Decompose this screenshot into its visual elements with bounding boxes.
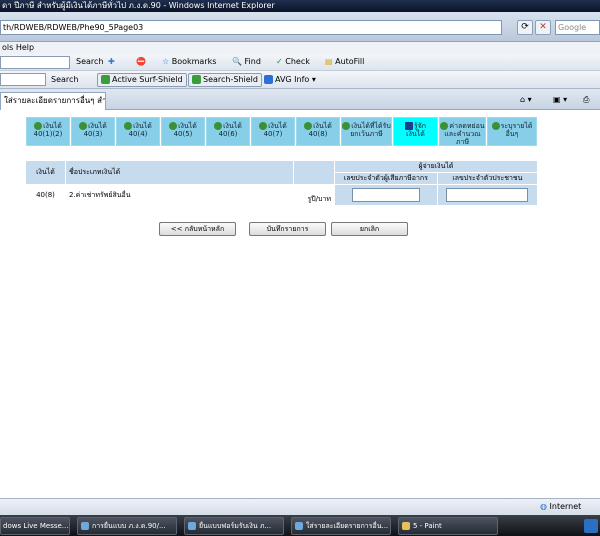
money-icon [79,122,88,130]
address-input[interactable]: th/RDWEB/RDWEB/Phe90_5Page03 [0,20,502,35]
tab-exempt-income[interactable]: เงินได้ที่ได้รับ ยกเว้นภาษี [341,117,392,146]
money-icon [342,122,351,130]
col-income-type: เงินได้ [25,160,66,185]
col-citizen-id: เลขประจำตัวประชาชน [436,172,539,185]
avg-search-input[interactable] [0,73,46,86]
col-tax-id: เลขประจำตัวผู้เสียภาษีอากร [334,172,438,185]
tab-deductions[interactable]: ค่าลดหย่อน และคำนวณภาษี [439,117,486,146]
row-income-name: 2.ค่าเช่าทรัพย์สินอื่น [65,184,294,206]
money-icon [259,122,268,130]
autofill-icon: ▤ [325,57,333,66]
browser-tab-active[interactable]: ใส่รายละเอียดรายการอื่นๆ สำหรั... [0,92,106,110]
task-live-messenger[interactable]: dows Live Messe... [0,517,70,535]
status-bar: ◍ Internet [0,498,600,515]
tab-income-40-7[interactable]: เงินได้ 40(7) [251,117,295,146]
ie-icon [295,522,303,530]
refresh-icon[interactable]: ⟳ [517,20,533,35]
money-icon [169,122,178,130]
google-toolbar: Search ✚ ⛔ ☆ Bookmarks 🔍 Find ✓ Check ▤ … [0,54,600,71]
payer-group-header: ผู้จ่ายเงินได้ [334,160,538,173]
avg-toolbar: Search Active Surf-Shield Search-Shield … [0,71,600,89]
menu-tools-help[interactable]: ols Help [2,43,34,52]
tax-id-input[interactable] [351,188,420,202]
spellcheck-icon: ✓ [276,57,283,66]
row-currency: รูปี/บาท [293,184,335,206]
col-blank [293,160,335,185]
money-icon [304,122,313,130]
autofill-button[interactable]: ▤ AutoFill [325,55,364,69]
shield-icon [192,75,201,84]
task-ie-form[interactable]: ยื่นแบบฟอร์มรับเงิน ภ... [184,517,284,535]
tab-income-40-1-2[interactable]: เงินได้ 40(1)(2) [26,117,70,146]
task-paint[interactable]: 5 - Paint [398,517,498,535]
income-table: เงินได้ ชื่อประเภทเงินได้ ผู้จ่ายเงินได้… [25,160,539,206]
task-ie-pnd90[interactable]: การยื่นแบบ ภ.ง.ด.90/... [77,517,177,535]
internet-zone: ◍ Internet [540,502,582,511]
globe-icon: ◍ [540,502,547,511]
popup-blocker-icon[interactable]: ⛔ [136,55,146,69]
tab-other-income[interactable]: ระบุรายได้ อื่นๆ [487,117,537,146]
row-income-type: 40(8) [25,184,66,206]
window-title-bar: ดา ปีภาษี สำหรับผู้มีเงินได้ภาษีทั่วไป ภ… [0,0,600,12]
ie-icon [188,522,196,530]
avg-info-button[interactable]: AVG Info ▾ [264,73,316,87]
print-icon[interactable]: ⎙ [583,93,589,107]
money-icon [491,122,500,130]
check-button[interactable]: ✓ Check [276,55,310,69]
avg-search-label[interactable]: Search [51,73,78,87]
search-shield-button[interactable]: Search-Shield [188,73,262,87]
col-income-name: ชื่อประเภทเงินได้ [65,160,294,185]
tab-income-40-3[interactable]: เงินได้ 40(3) [71,117,115,146]
star-icon: ☆ [162,57,170,66]
table-row: 40(8) 2.ค่าเช่าทรัพย์สินอื่น รูปี/บาท [25,184,539,206]
feeds-icon[interactable]: ▣ ▾ [553,93,567,107]
money-icon [124,122,133,130]
browser-search-input[interactable]: Google [555,20,600,35]
add-icon[interactable]: ✚ [108,55,115,69]
toolbar-search-label[interactable]: Search [76,55,103,69]
tab-income-40-5[interactable]: เงินได้ 40(5) [161,117,205,146]
magnifier-icon: 🔍 [232,57,242,66]
task-ie-details[interactable]: ใส่รายละเอียดรายการอื่น... [291,517,391,535]
save-button[interactable]: บันทึกรายการ [249,222,326,236]
money-icon [440,122,449,130]
cancel-button[interactable]: ยกเลิก [331,222,408,236]
tab-know-income[interactable]: รู้จัก เงินได้ [393,117,438,146]
find-button[interactable]: 🔍 Find [232,55,261,69]
shield-icon [101,75,110,84]
tab-income-40-8[interactable]: เงินได้ 40(8) [296,117,340,146]
tab-income-40-4[interactable]: เงินได้ 40(4) [116,117,160,146]
ie-icon [81,522,89,530]
system-tray-icon[interactable] [584,519,598,533]
home-icon[interactable]: ⌂ ▾ [520,93,532,107]
menu-bar: ols Help [0,42,600,54]
back-to-main-button[interactable]: << กลับหน้าหลัก [159,222,236,236]
window-title: ดา ปีภาษี สำหรับผู้มีเงินได้ภาษีทั่วไป ภ… [2,1,275,10]
paint-icon [402,522,410,530]
tab-income-40-6[interactable]: เงินได้ 40(6) [206,117,250,146]
stop-icon[interactable]: ✕ [535,20,551,35]
money-icon [34,122,43,130]
toolbar-search-input[interactable] [0,56,70,69]
info-icon [264,75,273,84]
book-icon [404,122,413,130]
bookmarks-button[interactable]: ☆ Bookmarks [162,55,216,69]
money-icon [214,122,223,130]
active-surf-shield-button[interactable]: Active Surf-Shield [97,73,187,87]
citizen-id-input[interactable] [446,188,529,202]
